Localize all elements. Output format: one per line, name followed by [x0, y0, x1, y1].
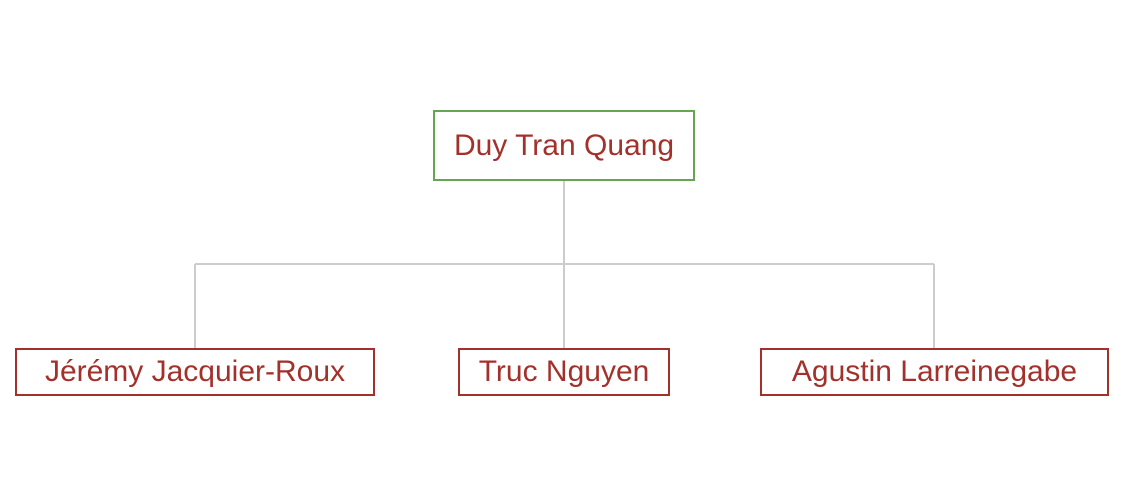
root-node[interactable]: Duy Tran Quang [433, 110, 695, 181]
connector-lines [194, 181, 935, 348]
child-node-2[interactable]: Truc Nguyen [458, 348, 670, 396]
child-node-label: Truc Nguyen [478, 355, 650, 388]
org-chart: Duy Tran Quang Jérémy Jacquier-Roux Truc… [0, 0, 1135, 500]
child-node-label: Jérémy Jacquier-Roux [44, 355, 346, 388]
root-node-label: Duy Tran Quang [453, 128, 675, 162]
child-node-3[interactable]: Agustin Larreinegabe [760, 348, 1109, 396]
child-node-label: Agustin Larreinegabe [791, 355, 1078, 388]
child-node-1[interactable]: Jérémy Jacquier-Roux [15, 348, 375, 396]
